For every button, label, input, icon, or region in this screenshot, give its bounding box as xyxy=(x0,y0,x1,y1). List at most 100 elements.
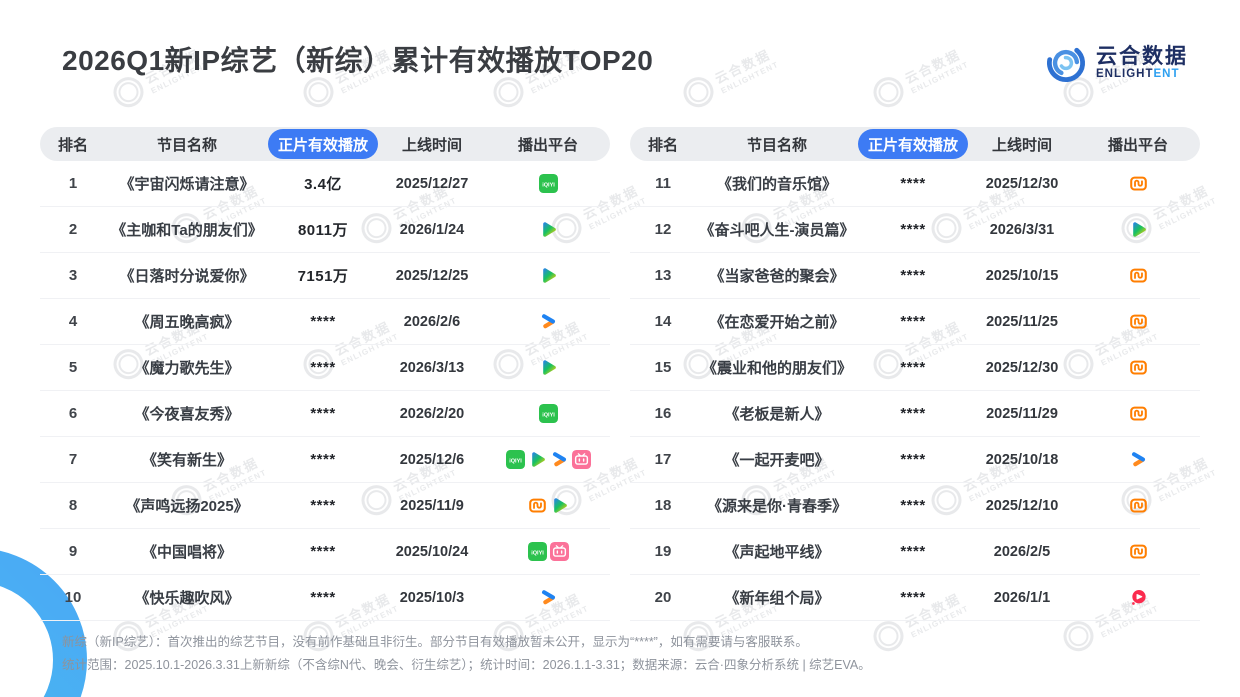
rank-cell: 18 xyxy=(630,497,696,514)
show-name-cell: 《源来是你·青春季》 xyxy=(696,495,858,516)
plays-cell: **** xyxy=(858,589,968,606)
rank-table-1-10: 排名节目名称正片有效播放上线时间播出平台 1《宇宙闪烁请注意》3.4亿2025/… xyxy=(40,127,610,621)
platforms-cell xyxy=(1076,266,1200,285)
mgtv-icon xyxy=(1129,312,1148,331)
platforms-cell xyxy=(1076,220,1200,239)
platforms-cell xyxy=(486,266,610,285)
launch-date-cell: 2025/10/15 xyxy=(968,268,1076,284)
platforms-cell xyxy=(1076,542,1200,561)
table-row: 9《中国唱将》****2025/10/24iQIYI xyxy=(40,529,610,575)
rank-cell: 9 xyxy=(40,543,106,560)
plays-cell: **** xyxy=(858,359,968,376)
plays-cell: **** xyxy=(858,267,968,284)
show-name-cell: 《今夜喜友秀》 xyxy=(106,403,268,424)
show-name-cell: 《奋斗吧人生-演员篇》 xyxy=(696,219,858,240)
table-row: 13《当家爸爸的聚会》****2025/10/15 xyxy=(630,253,1200,299)
mgtv-icon xyxy=(1129,496,1148,515)
table-row: 20《新年组个局》****2026/1/1 xyxy=(630,575,1200,621)
show-name-cell: 《老板是新人》 xyxy=(696,403,858,424)
plays-cell: **** xyxy=(268,497,378,514)
rank-cell: 4 xyxy=(40,313,106,330)
rank-cell: 17 xyxy=(630,451,696,468)
table-header-row: 排名节目名称正片有效播放上线时间播出平台 xyxy=(40,127,610,161)
iqiyi-icon: iQIYI xyxy=(506,450,525,469)
show-name-cell: 《日落时分说爱你》 xyxy=(106,265,268,286)
table-header-row: 排名节目名称正片有效播放上线时间播出平台 xyxy=(630,127,1200,161)
rank-cell: 5 xyxy=(40,359,106,376)
launch-date-cell: 2026/3/31 xyxy=(968,222,1076,238)
rank-cell: 3 xyxy=(40,267,106,284)
table-body: 11《我们的音乐馆》****2025/12/30 12《奋斗吧人生-演员篇》 ***… xyxy=(630,161,1200,621)
launch-date-cell: 2025/10/24 xyxy=(378,544,486,560)
iqiyi-icon: iQIYI xyxy=(539,174,558,193)
table-row: 11《我们的音乐馆》****2025/12/30 xyxy=(630,161,1200,207)
plays-cell: **** xyxy=(268,359,378,376)
platforms-cell: iQIYI xyxy=(486,542,610,561)
launch-date-cell: 2025/12/25 xyxy=(378,268,486,284)
rank-cell: 16 xyxy=(630,405,696,422)
tencent-icon xyxy=(1129,220,1148,239)
launch-date-cell: 2025/12/6 xyxy=(378,452,486,468)
plays-cell: **** xyxy=(268,405,378,422)
column-header: 排名 xyxy=(40,134,106,155)
plays-cell: **** xyxy=(858,451,968,468)
table-row: 1《宇宙闪烁请注意》3.4亿2025/12/27iQIYI xyxy=(40,161,610,207)
show-name-cell: 《中国唱将》 xyxy=(106,541,268,562)
launch-date-cell: 2026/3/13 xyxy=(378,360,486,376)
page-title: 2026Q1新IP综艺（新综）累计有效播放TOP20 xyxy=(62,40,653,82)
enlightent-swirl-icon xyxy=(1045,42,1087,84)
column-header: 正片有效播放 xyxy=(268,129,378,159)
mgtv-icon xyxy=(1129,266,1148,285)
platforms-cell xyxy=(486,588,610,607)
show-name-cell: 《声起地平线》 xyxy=(696,541,858,562)
launch-date-cell: 2025/12/30 xyxy=(968,360,1076,376)
plays-cell: **** xyxy=(858,543,968,560)
brand-wordmark: 云合数据 ENLIGHTENT xyxy=(1096,45,1188,81)
plays-cell: **** xyxy=(268,451,378,468)
bilibili-icon xyxy=(550,542,569,561)
show-name-cell: 《当家爸爸的聚会》 xyxy=(696,265,858,286)
show-name-cell: 《魔力歌先生》 xyxy=(106,357,268,378)
launch-date-cell: 2026/2/20 xyxy=(378,406,486,422)
rank-cell: 19 xyxy=(630,543,696,560)
tencent-icon xyxy=(528,450,547,469)
brand-name-en: ENLIGHTENT xyxy=(1096,68,1188,81)
tencent-icon xyxy=(539,266,558,285)
column-header: 节目名称 xyxy=(106,134,268,155)
watermark-ring-icon xyxy=(1058,616,1098,656)
tencent-icon xyxy=(539,220,558,239)
mgtv-icon xyxy=(1129,174,1148,193)
plays-cell: **** xyxy=(858,497,968,514)
table-body: 1《宇宙闪烁请注意》3.4亿2025/12/27iQIYI2《主咖和Ta的朋友们… xyxy=(40,161,610,621)
rank-cell: 8 xyxy=(40,497,106,514)
tencent-icon xyxy=(550,496,569,515)
platforms-cell xyxy=(486,358,610,377)
platforms-cell: iQIYI xyxy=(486,174,610,193)
youku-icon xyxy=(550,450,569,469)
show-name-cell: 《宇宙闪烁请注意》 xyxy=(106,173,268,194)
platforms-cell: iQIYI xyxy=(486,450,610,469)
launch-date-cell: 2026/1/1 xyxy=(968,590,1076,606)
launch-date-cell: 2025/11/29 xyxy=(968,406,1076,422)
rank-cell: 10 xyxy=(40,589,106,606)
show-name-cell: 《在恋爱开始之前》 xyxy=(696,311,858,332)
plays-cell: 3.4亿 xyxy=(268,173,378,194)
platforms-cell xyxy=(1076,496,1200,515)
table-row: 8《声鸣远扬2025》****2025/11/9 xyxy=(40,483,610,529)
bilibili-icon xyxy=(572,450,591,469)
launch-date-cell: 2026/2/6 xyxy=(378,314,486,330)
launch-date-cell: 2025/11/9 xyxy=(378,498,486,514)
platforms-cell xyxy=(1076,588,1200,607)
rank-cell: 6 xyxy=(40,405,106,422)
show-name-cell: 《新年组个局》 xyxy=(696,587,858,608)
rank-table-11-20: 排名节目名称正片有效播放上线时间播出平台 11《我们的音乐馆》****2025/… xyxy=(630,127,1200,621)
plays-cell: **** xyxy=(268,313,378,330)
svg-text:iQIYI: iQIYI xyxy=(509,458,522,464)
mgtv-icon xyxy=(528,496,547,515)
column-header: 正片有效播放 xyxy=(858,129,968,159)
rank-cell: 1 xyxy=(40,175,106,192)
show-name-cell: 《笑有新生》 xyxy=(106,449,268,470)
rank-cell: 12 xyxy=(630,221,696,238)
plays-cell: **** xyxy=(268,589,378,606)
footnote-definition: 新综（新IP综艺）：首次推出的综艺节目，没有前作基础且非衍生。部分节目有效播放暂… xyxy=(62,631,871,654)
